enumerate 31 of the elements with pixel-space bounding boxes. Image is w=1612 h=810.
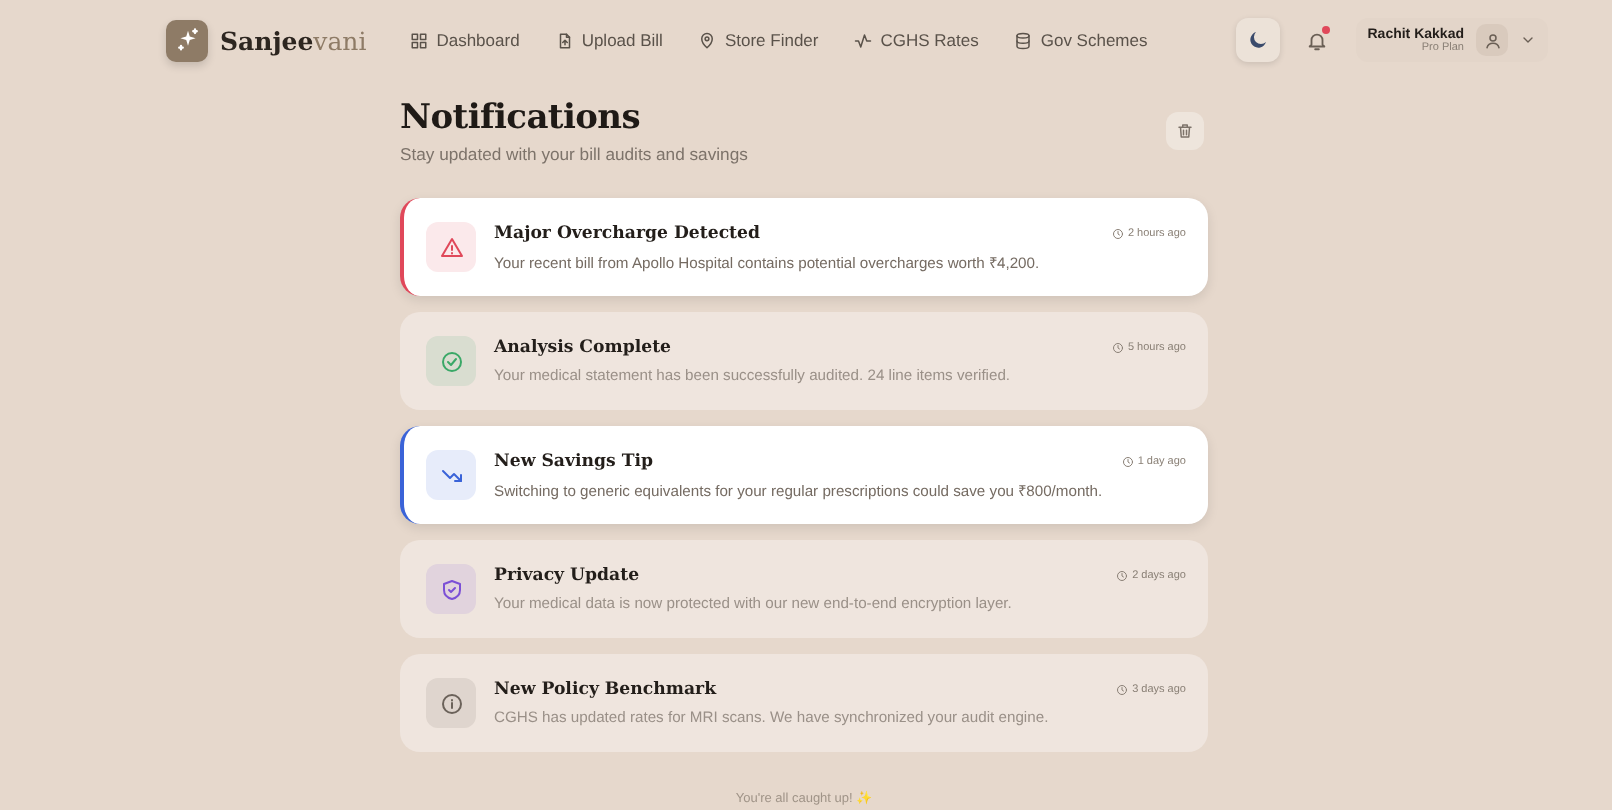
file-upload-icon [555, 31, 574, 49]
notification-title: New Savings Tip [494, 451, 654, 471]
grid-icon [410, 31, 429, 49]
nav-link[interactable]: Gov Schemes [1014, 30, 1148, 50]
nav-link[interactable]: Upload Bill [555, 30, 663, 50]
clock-icon [1116, 570, 1129, 582]
pulse-icon [854, 31, 873, 49]
notification-title: Major Overcharge Detected [494, 223, 760, 243]
trash-icon [1176, 122, 1194, 140]
clock-icon [1111, 227, 1124, 239]
sparkle-icon [173, 26, 201, 54]
chevron-down-icon [1520, 32, 1536, 48]
clock-icon [1111, 342, 1124, 354]
clock-icon [1116, 684, 1129, 696]
map-pin-icon [698, 31, 717, 49]
moon-icon [1245, 28, 1270, 52]
nav-link[interactable]: Dashboard [410, 30, 520, 50]
page-title: Notifications [400, 98, 643, 138]
page-subtitle: Stay updated with your bill audits and savings [400, 144, 748, 164]
database-icon [1014, 31, 1033, 49]
nav-link[interactable]: CGHS Rates [854, 30, 979, 50]
brand-name: Sanjeevani [220, 25, 367, 55]
notification-title: Privacy Update [494, 566, 640, 586]
bell-icon [1306, 29, 1329, 51]
person-icon [1483, 31, 1501, 49]
notification-title: New Policy Benchmark [494, 680, 717, 700]
clear-all-button[interactable] [1166, 112, 1204, 150]
clock-icon [1121, 455, 1134, 467]
theme-toggle-button[interactable] [1235, 18, 1280, 62]
nav-link[interactable]: Store Finder [698, 30, 819, 50]
notification-title: Analysis Complete [494, 338, 672, 358]
